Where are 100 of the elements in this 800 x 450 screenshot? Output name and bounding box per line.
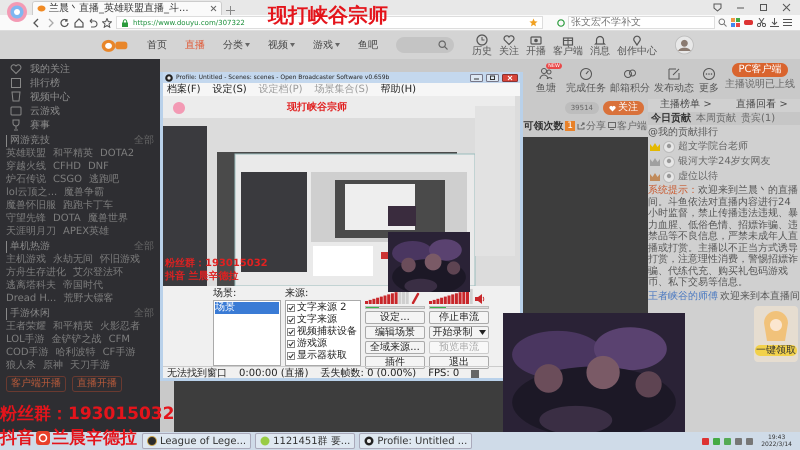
category-link[interactable]: 炉石传说 xyxy=(6,173,46,186)
source-list[interactable]: 文字来源 2 文字来源 视频捕获设备 游戏源 显示器获取 xyxy=(285,300,361,366)
category-link[interactable]: 荒野大镖客 xyxy=(63,292,114,305)
header-link[interactable]: 开播 xyxy=(526,34,546,56)
close-icon[interactable] xyxy=(782,3,791,12)
maximize-icon[interactable] xyxy=(759,3,768,12)
category-link[interactable]: lol云顶之... xyxy=(6,186,58,199)
scene-list[interactable]: 场景 xyxy=(213,300,281,366)
category-link[interactable]: 魔兽怀旧服 xyxy=(6,199,56,212)
category-link[interactable]: 和平精英 xyxy=(53,147,93,160)
category-link[interactable]: 狼人杀 xyxy=(6,359,36,372)
grid-icon[interactable] xyxy=(731,18,740,27)
category-link[interactable]: 火影忍者 xyxy=(100,320,140,333)
room-tool[interactable]: 邮箱积分 xyxy=(610,63,650,94)
category-link[interactable]: 原神 xyxy=(43,359,63,372)
category-link[interactable]: CFM xyxy=(108,333,130,346)
checkbox[interactable] xyxy=(287,316,295,324)
header-link[interactable]: 关注 xyxy=(499,34,520,56)
category-link[interactable]: DOTA2 xyxy=(100,147,134,160)
download-icon[interactable] xyxy=(770,18,779,27)
category-link[interactable]: 穿越火线 xyxy=(6,160,46,173)
room-tool[interactable]: 完成任务 xyxy=(566,63,606,94)
star-icon[interactable] xyxy=(102,18,112,28)
checkbox[interactable] xyxy=(287,340,295,348)
rank-tab[interactable]: 本周贡献 xyxy=(696,113,736,124)
category-link[interactable]: APEX英雄 xyxy=(63,225,110,238)
category-link[interactable]: 方舟生存进化 xyxy=(6,266,66,279)
nav-link[interactable]: 游戏 xyxy=(313,38,340,52)
checkbox[interactable] xyxy=(287,352,295,360)
sidebar-item[interactable]: 赛事 xyxy=(6,118,50,132)
taskbar-button[interactable]: Profile: Untitled ... xyxy=(359,433,472,449)
header-link[interactable]: 历史 xyxy=(472,34,492,56)
sidebar-item[interactable]: 视频中心 xyxy=(6,90,70,104)
header-link[interactable]: 客户端 xyxy=(553,34,584,56)
category-link[interactable]: 天刀手游 xyxy=(70,359,110,372)
room-tool[interactable]: 更多 xyxy=(698,63,720,94)
home-icon[interactable] xyxy=(74,18,84,28)
category-link[interactable]: 永劫无间 xyxy=(53,253,93,266)
checkbox[interactable] xyxy=(287,328,295,336)
nav-link[interactable]: 视频 xyxy=(268,38,296,52)
close-icon[interactable] xyxy=(210,5,217,12)
menu-item[interactable]: 帮助(H) xyxy=(380,84,416,96)
action-button[interactable]: 退出 xyxy=(429,356,489,369)
sidebar-item[interactable]: 云游戏 xyxy=(6,104,60,118)
rank-tab[interactable]: 贵宾(1) xyxy=(741,113,776,124)
room-tool[interactable]: 发布动态 xyxy=(654,63,694,94)
nav-link[interactable]: 分类 xyxy=(223,38,250,52)
category-link[interactable]: 哈利波特 xyxy=(56,346,96,359)
follow-button[interactable]: 关注 xyxy=(603,101,644,115)
action-button[interactable]: 开始录制 xyxy=(429,326,489,339)
avatar-icon[interactable] xyxy=(675,34,694,56)
header-link[interactable]: 创作中心 xyxy=(617,34,658,56)
action-button[interactable]: 插件 xyxy=(365,356,425,369)
category-link[interactable]: 主机游戏 xyxy=(6,253,46,266)
undo-icon[interactable] xyxy=(88,18,98,28)
category-link[interactable]: 帝国时代 xyxy=(63,279,103,292)
category-link[interactable]: 天涯明月刀 xyxy=(6,225,56,238)
category-link[interactable]: LOL手游 xyxy=(6,333,45,346)
minimize-icon[interactable] xyxy=(470,74,483,82)
client-download-button[interactable]: PC客户端 xyxy=(732,63,788,77)
close-icon[interactable] xyxy=(502,74,518,82)
claim-button[interactable]: 一键领取 xyxy=(755,345,797,356)
nav-link[interactable]: 鱼吧 xyxy=(358,38,378,52)
star-icon[interactable] xyxy=(529,18,538,27)
action-button[interactable]: 编辑场景 xyxy=(365,326,425,339)
more-link[interactable]: 全部 xyxy=(134,308,154,320)
maximize-icon[interactable] xyxy=(486,74,499,82)
browser-tab[interactable]: 兰晨丶直播_英雄联盟直播_斗... xyxy=(32,1,222,15)
shield-icon[interactable] xyxy=(713,3,722,12)
category-link[interactable]: 魔兽世界 xyxy=(88,212,128,225)
more-link[interactable]: 全部 xyxy=(134,134,154,146)
menu-item[interactable]: 档案(F) xyxy=(167,84,201,96)
panel-link[interactable]: 直播回看 > xyxy=(736,99,788,110)
client-link[interactable]: 客户端 xyxy=(608,119,647,133)
share-link[interactable]: 分享 xyxy=(577,119,606,133)
search-field[interactable] xyxy=(396,37,454,53)
category-link[interactable]: CSGO xyxy=(53,173,82,186)
menu-icon[interactable] xyxy=(783,18,792,27)
category-link[interactable]: COD手游 xyxy=(6,346,49,359)
sidebar-item[interactable]: 我的关注 xyxy=(6,62,70,76)
panel-link[interactable]: 主播榜单 > xyxy=(660,99,712,110)
header-link[interactable]: 消息 xyxy=(590,34,610,56)
category-link[interactable]: Dread H... xyxy=(6,292,56,305)
category-link[interactable]: 和平精英 xyxy=(53,320,93,333)
category-link[interactable]: 跑跑卡丁车 xyxy=(63,199,113,212)
broadcast-button[interactable]: 直播开播 xyxy=(72,376,122,392)
category-link[interactable]: DOTA xyxy=(53,212,81,225)
category-link[interactable]: CFHD xyxy=(53,160,81,173)
more-link[interactable]: 全部 xyxy=(134,240,154,252)
sidebar-item[interactable]: 排行榜 xyxy=(6,76,60,90)
action-button[interactable]: 停止串流 xyxy=(429,311,489,324)
new-tab-icon[interactable] xyxy=(226,6,235,15)
category-link[interactable]: 逃跑吧 xyxy=(88,173,119,186)
nav-link[interactable]: 首页 xyxy=(147,38,168,52)
reload-icon[interactable] xyxy=(60,18,70,28)
category-link[interactable]: 艾尔登法环 xyxy=(73,266,123,279)
nav-link[interactable]: 直播 xyxy=(185,38,206,52)
category-link[interactable]: 王者荣耀 xyxy=(6,320,46,333)
category-link[interactable]: 英雄联盟 xyxy=(6,147,46,160)
action-button[interactable]: 全域来源... xyxy=(365,341,425,354)
